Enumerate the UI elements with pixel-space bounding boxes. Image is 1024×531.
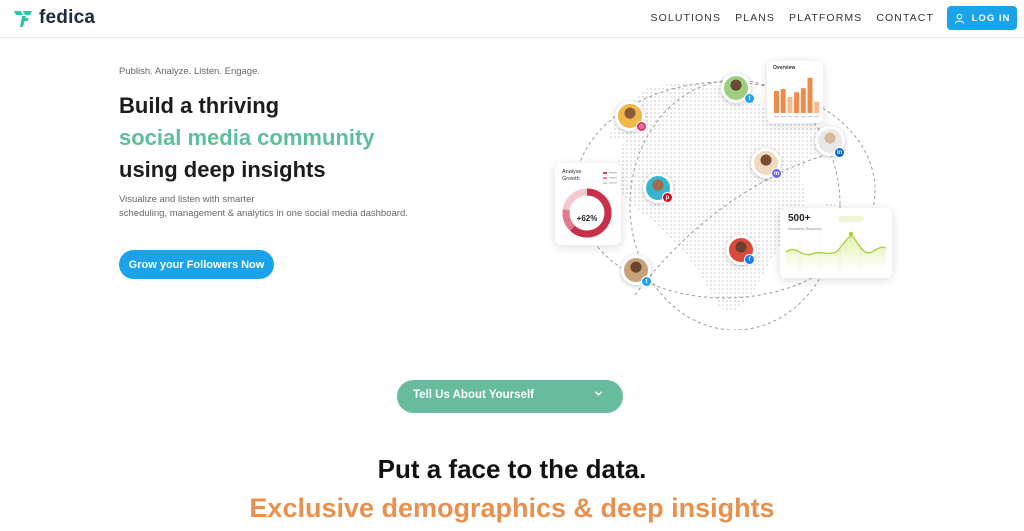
growth-donut-chart (562, 172, 617, 238)
reach-card: 500+ Accounts Reached (780, 208, 892, 278)
overview-bar (774, 91, 779, 113)
overview-tick (800, 116, 806, 118)
overview-tick (814, 116, 820, 118)
overview-bar (794, 92, 800, 113)
brand-name: fedica (39, 7, 96, 28)
fedica-logo-icon (14, 11, 32, 27)
user-icon (954, 13, 964, 24)
overview-bar (814, 101, 820, 113)
overview-bar-chart (774, 77, 820, 118)
subtext-line-1: Visualize and listen with smarter (119, 194, 255, 205)
chevron-down-icon (594, 391, 603, 396)
section-subtitle: Exclusive demographics & deep insights (249, 493, 775, 523)
overview-bar (787, 97, 793, 113)
subtext-line-2: scheduling, management & analytics in on… (119, 208, 408, 219)
nav-link-plans[interactable]: PLANS (735, 12, 775, 24)
nav-link-solutions[interactable]: SOLUTIONS (651, 12, 722, 24)
nav-link-platforms[interactable]: PLATFORMS (789, 12, 862, 24)
top-navbar: fedica SOLUTIONS PLANS PLATFORMS CONTACT… (0, 0, 1024, 38)
login-button[interactable]: LOG IN (947, 6, 1017, 30)
hero-illustration: Overview Analyse Growth +62% 500+ Accoun… (545, 55, 905, 330)
reach-line-chart (785, 216, 887, 270)
twitter-icon: t (744, 93, 755, 104)
overview-tick (774, 116, 779, 118)
section-title: Put a face to the data. (377, 454, 647, 484)
nav-links: SOLUTIONS PLANS PLATFORMS CONTACT (651, 12, 934, 24)
overview-bar (800, 88, 806, 113)
overview-bar (780, 89, 786, 113)
dropdown-label: Tell Us About Yourself (413, 389, 534, 401)
overview-tick (787, 116, 793, 118)
overview-tick (780, 116, 786, 118)
facebook-icon: f (744, 254, 755, 265)
twitter-icon: t (641, 276, 652, 287)
analyse-growth-card: Analyse Growth +62% (555, 163, 621, 245)
pinterest-icon: p (662, 192, 673, 203)
instagram-icon: ◎ (636, 121, 647, 132)
headline-line-1: Build a thriving (119, 93, 280, 118)
overview-tick (807, 116, 813, 118)
hero-tagline: Publish. Analyze. Listen. Engage. (119, 66, 261, 77)
overview-bar (807, 77, 813, 113)
linkedin-icon: in (834, 147, 845, 158)
headline-line-2: social media community (119, 125, 375, 150)
hero-headline: Build a thriving social media community … (119, 90, 375, 186)
mastodon-icon: m (771, 168, 782, 179)
hero-subtext: Visualize and listen with smarter schedu… (119, 193, 439, 221)
login-label: LOG IN (971, 12, 1011, 24)
nav-link-contact[interactable]: CONTACT (876, 12, 934, 24)
grow-followers-button[interactable]: Grow your Followers Now (119, 250, 274, 279)
tell-us-about-yourself-dropdown[interactable]: Tell Us About Yourself (397, 380, 623, 413)
donut-value: +62% (576, 214, 598, 223)
headline-line-3: using deep insights (119, 157, 326, 182)
overview-card: Overview (767, 61, 823, 123)
fedica-logo[interactable]: fedica (12, 7, 95, 29)
overview-tick (794, 116, 800, 118)
